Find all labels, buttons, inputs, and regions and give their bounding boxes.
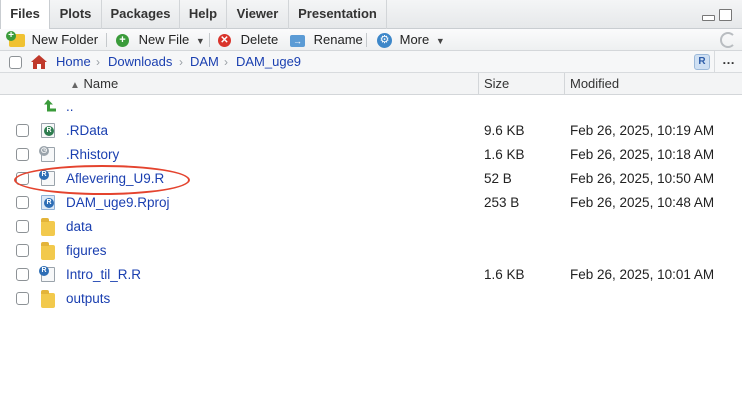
breadcrumb: Home › Downloads › DAM › DAM_uge9 R …: [0, 51, 742, 73]
column-name-label: Name: [83, 76, 119, 91]
maximize-pane-icon[interactable]: [719, 9, 732, 21]
delete-icon: ✕: [218, 34, 231, 48]
file-name-link[interactable]: figures: [66, 239, 107, 263]
parent-directory-row[interactable]: ..: [0, 95, 742, 119]
file-size: 253 B: [484, 195, 520, 210]
folder-icon: [41, 242, 55, 260]
minimize-pane-icon[interactable]: [702, 15, 715, 21]
column-header-size[interactable]: Size: [484, 73, 509, 95]
file-name-link[interactable]: .Rhistory: [66, 143, 119, 167]
column-header-name[interactable]: ▲ Name: [70, 73, 118, 95]
breadcrumb-home[interactable]: Home: [56, 51, 91, 73]
toolbar-divider: [106, 33, 107, 47]
file-modified: Feb 26, 2025, 10:19 AM: [570, 123, 715, 138]
tab-help[interactable]: Help: [180, 0, 227, 29]
file-checkbox[interactable]: [16, 292, 29, 305]
breadcrumb-downloads[interactable]: Downloads: [108, 51, 172, 73]
delete-button[interactable]: ✕ Delete: [218, 29, 278, 51]
files-toolbar: New Folder + New File ▼ ✕ Delete → Renam…: [0, 29, 742, 51]
more-label: More: [399, 32, 430, 47]
rdata-icon: R: [41, 123, 55, 138]
chevron-right-icon: ›: [96, 55, 100, 69]
file-row[interactable]: outputs: [0, 287, 742, 311]
new-file-button[interactable]: + New File ▼: [116, 29, 205, 51]
file-name-link[interactable]: Intro_til_R.R: [66, 263, 141, 287]
add-file-icon: +: [116, 34, 129, 48]
column-divider[interactable]: [478, 73, 479, 95]
new-file-label: New File: [138, 32, 190, 47]
refresh-icon[interactable]: [720, 32, 736, 48]
file-row[interactable]: R .RData 9.6 KB Feb 26, 2025, 10:19 AM: [0, 119, 742, 143]
sort-ascending-icon: ▲: [70, 80, 80, 91]
column-divider[interactable]: [564, 73, 565, 95]
file-name-link[interactable]: data: [66, 215, 92, 239]
file-name-link[interactable]: .RData: [66, 119, 108, 143]
more-button[interactable]: ⚙ More ▼: [377, 29, 445, 51]
file-size: 9.6 KB: [484, 123, 525, 138]
file-size: 1.6 KB: [484, 267, 525, 282]
file-modified: Feb 26, 2025, 10:01 AM: [570, 267, 715, 282]
tab-viewer[interactable]: Viewer: [227, 0, 289, 29]
file-row[interactable]: data: [0, 215, 742, 239]
file-modified: Feb 26, 2025, 10:50 AM: [570, 171, 715, 186]
chevron-right-icon: ›: [224, 55, 228, 69]
go-up-arrow-icon: [44, 99, 56, 112]
file-checkbox[interactable]: [16, 220, 29, 233]
toolbar-divider: [366, 33, 367, 47]
tab-presentation[interactable]: Presentation: [289, 0, 387, 29]
rename-icon: →: [290, 34, 305, 47]
file-checkbox[interactable]: [16, 196, 29, 209]
rename-button[interactable]: → Rename: [290, 29, 363, 51]
gear-icon: ⚙: [377, 33, 392, 49]
parent-directory-link[interactable]: ..: [66, 95, 74, 119]
breadcrumb-dam-uge9[interactable]: DAM_uge9: [236, 51, 301, 73]
rproj-icon: R: [41, 195, 55, 210]
file-modified: Feb 26, 2025, 10:48 AM: [570, 195, 715, 210]
r-script-icon: R: [39, 266, 55, 282]
tab-plots[interactable]: Plots: [50, 0, 102, 29]
tab-packages[interactable]: Packages: [102, 0, 180, 29]
folder-icon: [41, 290, 55, 308]
rhistory-icon: ◷: [39, 146, 55, 162]
file-name-link[interactable]: outputs: [66, 287, 110, 311]
file-modified: Feb 26, 2025, 10:18 AM: [570, 147, 715, 162]
new-folder-label: New Folder: [31, 32, 99, 47]
more-options-icon[interactable]: …: [714, 51, 742, 73]
delete-label: Delete: [240, 32, 279, 47]
rename-label: Rename: [313, 32, 363, 47]
folder-icon: [41, 218, 55, 236]
pane-tab-bar: Files Plots Packages Help Viewer Present…: [0, 0, 742, 30]
breadcrumb-dam[interactable]: DAM: [190, 51, 219, 73]
file-size: 52 B: [484, 171, 512, 186]
highlight-annotation-circle: [14, 165, 190, 195]
select-all-checkbox[interactable]: [9, 56, 22, 69]
file-checkbox[interactable]: [16, 244, 29, 257]
new-folder-button[interactable]: New Folder: [6, 29, 99, 51]
file-checkbox[interactable]: [16, 268, 29, 281]
go-to-project-directory-icon[interactable]: R: [694, 54, 710, 70]
chevron-right-icon: ›: [179, 55, 183, 69]
tab-files[interactable]: Files: [0, 0, 50, 30]
file-row[interactable]: figures: [0, 239, 742, 263]
pane-window-controls: [702, 7, 734, 23]
chevron-down-icon: ▼: [195, 36, 205, 46]
chevron-down-icon: ▼: [435, 36, 445, 46]
file-checkbox[interactable]: [16, 124, 29, 137]
file-list-header: ▲ Name Size Modified: [0, 73, 742, 95]
file-row[interactable]: ◷ .Rhistory 1.6 KB Feb 26, 2025, 10:18 A…: [0, 143, 742, 167]
toolbar-divider: [209, 33, 210, 47]
file-checkbox[interactable]: [16, 148, 29, 161]
file-row[interactable]: R Intro_til_R.R 1.6 KB Feb 26, 2025, 10:…: [0, 263, 742, 287]
new-folder-icon: [6, 31, 25, 48]
home-icon[interactable]: [30, 54, 48, 70]
file-size: 1.6 KB: [484, 147, 525, 162]
column-header-modified[interactable]: Modified: [570, 73, 619, 95]
